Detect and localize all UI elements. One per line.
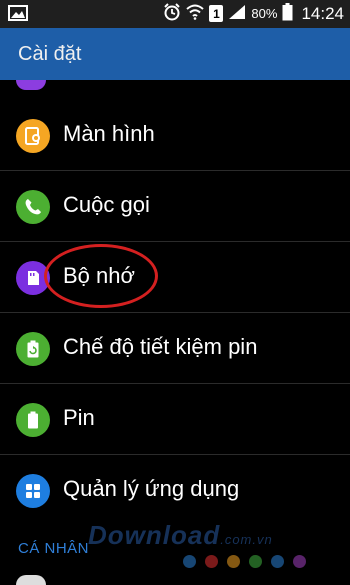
settings-item-label: Chế độ tiết kiệm pin xyxy=(63,334,258,359)
power-saving-icon xyxy=(16,332,50,366)
alarm-icon xyxy=(163,3,181,24)
section-header-personal: CÁ NHÂN xyxy=(18,540,90,557)
app-bar: Cài đặt xyxy=(0,28,350,80)
watermark-dots xyxy=(183,555,306,568)
watermark-brand: Download xyxy=(88,520,221,550)
status-bar: 1 80% 14:24 xyxy=(0,0,350,28)
watermark-dot xyxy=(293,555,306,568)
apps-icon xyxy=(16,474,50,508)
settings-item-label: Pin xyxy=(63,405,95,430)
watermark: Download.com.vn xyxy=(88,520,273,551)
next-item-icon-partial xyxy=(16,575,46,585)
watermark-dot xyxy=(271,555,284,568)
settings-item-power-saving[interactable]: Chế độ tiết kiệm pin xyxy=(0,314,350,384)
watermark-suffix: .com.vn xyxy=(220,532,273,547)
highlight-annotation xyxy=(44,244,158,308)
previous-item-icon-partial xyxy=(16,80,46,90)
signal-icon xyxy=(228,4,246,23)
gallery-notification-icon xyxy=(8,5,28,26)
battery-percent: 80% xyxy=(251,6,278,21)
settings-item-calls[interactable]: Cuộc gọi xyxy=(0,172,350,242)
sim-slot-icon: 1 xyxy=(209,5,224,22)
wifi-icon xyxy=(186,4,205,23)
phone-icon xyxy=(16,190,50,224)
watermark-dot xyxy=(227,555,240,568)
clock: 14:24 xyxy=(301,3,344,23)
watermark-dot xyxy=(183,555,196,568)
watermark-dot xyxy=(205,555,218,568)
settings-item-label: Cuộc gọi xyxy=(63,192,150,217)
battery-icon xyxy=(16,403,50,437)
watermark-dot xyxy=(249,555,262,568)
page-title: Cài đặt xyxy=(18,42,82,65)
settings-item-label: Quản lý ứng dụng xyxy=(63,476,240,501)
settings-item-app-manager[interactable]: Quản lý ứng dụng xyxy=(0,456,350,526)
display-icon xyxy=(16,119,50,153)
settings-item-display[interactable]: Màn hình xyxy=(0,101,350,171)
settings-item-battery[interactable]: Pin xyxy=(0,385,350,455)
battery-status-icon xyxy=(282,3,293,24)
settings-item-label: Màn hình xyxy=(63,121,155,146)
